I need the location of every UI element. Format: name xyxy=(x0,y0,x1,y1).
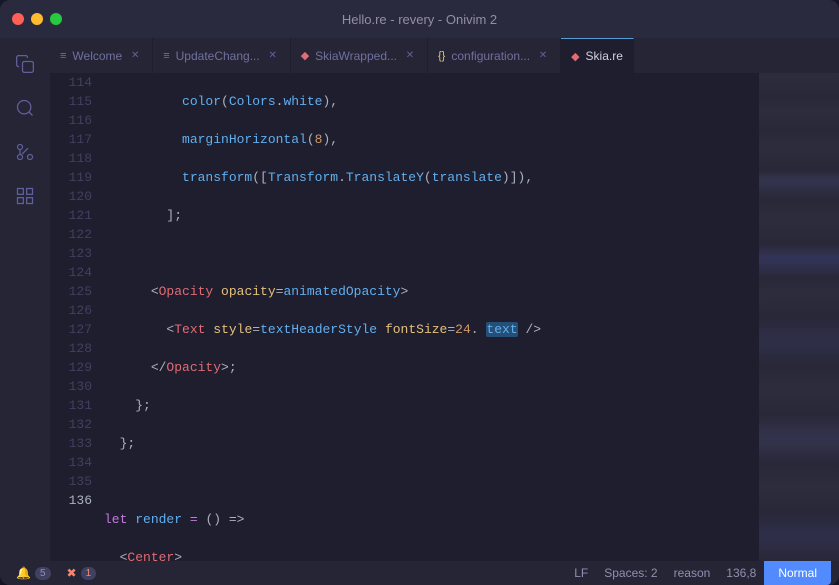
error-count: 1 xyxy=(81,567,97,580)
activity-icon-extensions[interactable] xyxy=(7,178,43,214)
traffic-lights xyxy=(12,13,62,25)
window: Hello.re - revery - Onivim 2 xyxy=(0,0,839,585)
mode-label: Normal xyxy=(778,566,817,580)
tab-updatechang-close[interactable]: ✕ xyxy=(266,49,280,63)
status-cursor-pos[interactable]: 136,8 xyxy=(718,561,764,585)
maximize-button[interactable] xyxy=(50,13,62,25)
bell-count: 5 xyxy=(35,567,51,580)
code-area: 114 115 116 117 118 119 120 121 122 123 … xyxy=(50,73,839,561)
tab-skia[interactable]: ◆ Skia.re xyxy=(561,38,634,73)
tab-updatechang-label: UpdateChang... xyxy=(176,49,260,63)
editor-area: ≡ Welcome ✕ ≡ UpdateChang... ✕ ◆ SkiaWra… xyxy=(50,38,839,561)
tab-configuration[interactable]: {} configuration... ✕ xyxy=(428,38,561,73)
cursor-pos-label: 136,8 xyxy=(726,566,756,580)
tab-welcome[interactable]: ≡ Welcome ✕ xyxy=(50,38,153,73)
minimap-viewport[interactable] xyxy=(759,73,839,561)
spaces-label: Spaces: 2 xyxy=(604,566,657,580)
error-icon: ✖ xyxy=(67,566,77,580)
line-numbers: 114 115 116 117 118 119 120 121 122 123 … xyxy=(50,73,100,561)
tab-skia-icon: ◆ xyxy=(571,50,579,63)
tabs-bar: ≡ Welcome ✕ ≡ UpdateChang... ✕ ◆ SkiaWra… xyxy=(50,38,839,73)
tab-welcome-label: Welcome xyxy=(72,49,122,63)
window-title: Hello.re - revery - Onivim 2 xyxy=(342,12,497,27)
status-language[interactable]: reason xyxy=(666,561,719,585)
activity-icon-search[interactable] xyxy=(7,90,43,126)
status-line-ending[interactable]: LF xyxy=(566,561,596,585)
tab-skiawrapped-label: SkiaWrapped... xyxy=(315,49,397,63)
status-bar: 🔔 5 ✖ 1 LF Spaces: 2 reason 136,8 Normal xyxy=(0,561,839,585)
language-label: reason xyxy=(674,566,711,580)
bell-icon: 🔔 xyxy=(16,566,31,580)
main-layout: ≡ Welcome ✕ ≡ UpdateChang... ✕ ◆ SkiaWra… xyxy=(0,38,839,561)
code-content[interactable]: color(Colors.white), marginHorizontal(8)… xyxy=(100,73,759,561)
status-bell[interactable]: 🔔 5 xyxy=(8,561,59,585)
tab-configuration-close[interactable]: ✕ xyxy=(536,49,550,63)
activity-icon-git[interactable] xyxy=(7,134,43,170)
status-mode: Normal xyxy=(764,561,831,585)
tab-updatechang-icon: ≡ xyxy=(163,50,169,62)
activity-bar xyxy=(0,38,50,561)
tab-skiawrapped[interactable]: ◆ SkiaWrapped... ✕ xyxy=(291,38,428,73)
tab-updatechang[interactable]: ≡ UpdateChang... ✕ xyxy=(153,38,290,73)
status-error[interactable]: ✖ 1 xyxy=(59,561,105,585)
tab-welcome-close[interactable]: ✕ xyxy=(128,49,142,63)
tab-skiawrapped-close[interactable]: ✕ xyxy=(403,49,417,63)
title-bar: Hello.re - revery - Onivim 2 xyxy=(0,0,839,38)
tab-configuration-label: configuration... xyxy=(451,49,530,63)
close-button[interactable] xyxy=(12,13,24,25)
tab-skia-label: Skia.re xyxy=(586,49,623,63)
tab-skiawrapped-icon: ◆ xyxy=(301,49,309,62)
tab-welcome-icon: ≡ xyxy=(60,50,66,62)
minimap xyxy=(759,73,839,561)
status-spaces[interactable]: Spaces: 2 xyxy=(596,561,665,585)
minimize-button[interactable] xyxy=(31,13,43,25)
line-ending-label: LF xyxy=(574,566,588,580)
tab-configuration-icon: {} xyxy=(438,50,445,62)
activity-icon-copy[interactable] xyxy=(7,46,43,82)
